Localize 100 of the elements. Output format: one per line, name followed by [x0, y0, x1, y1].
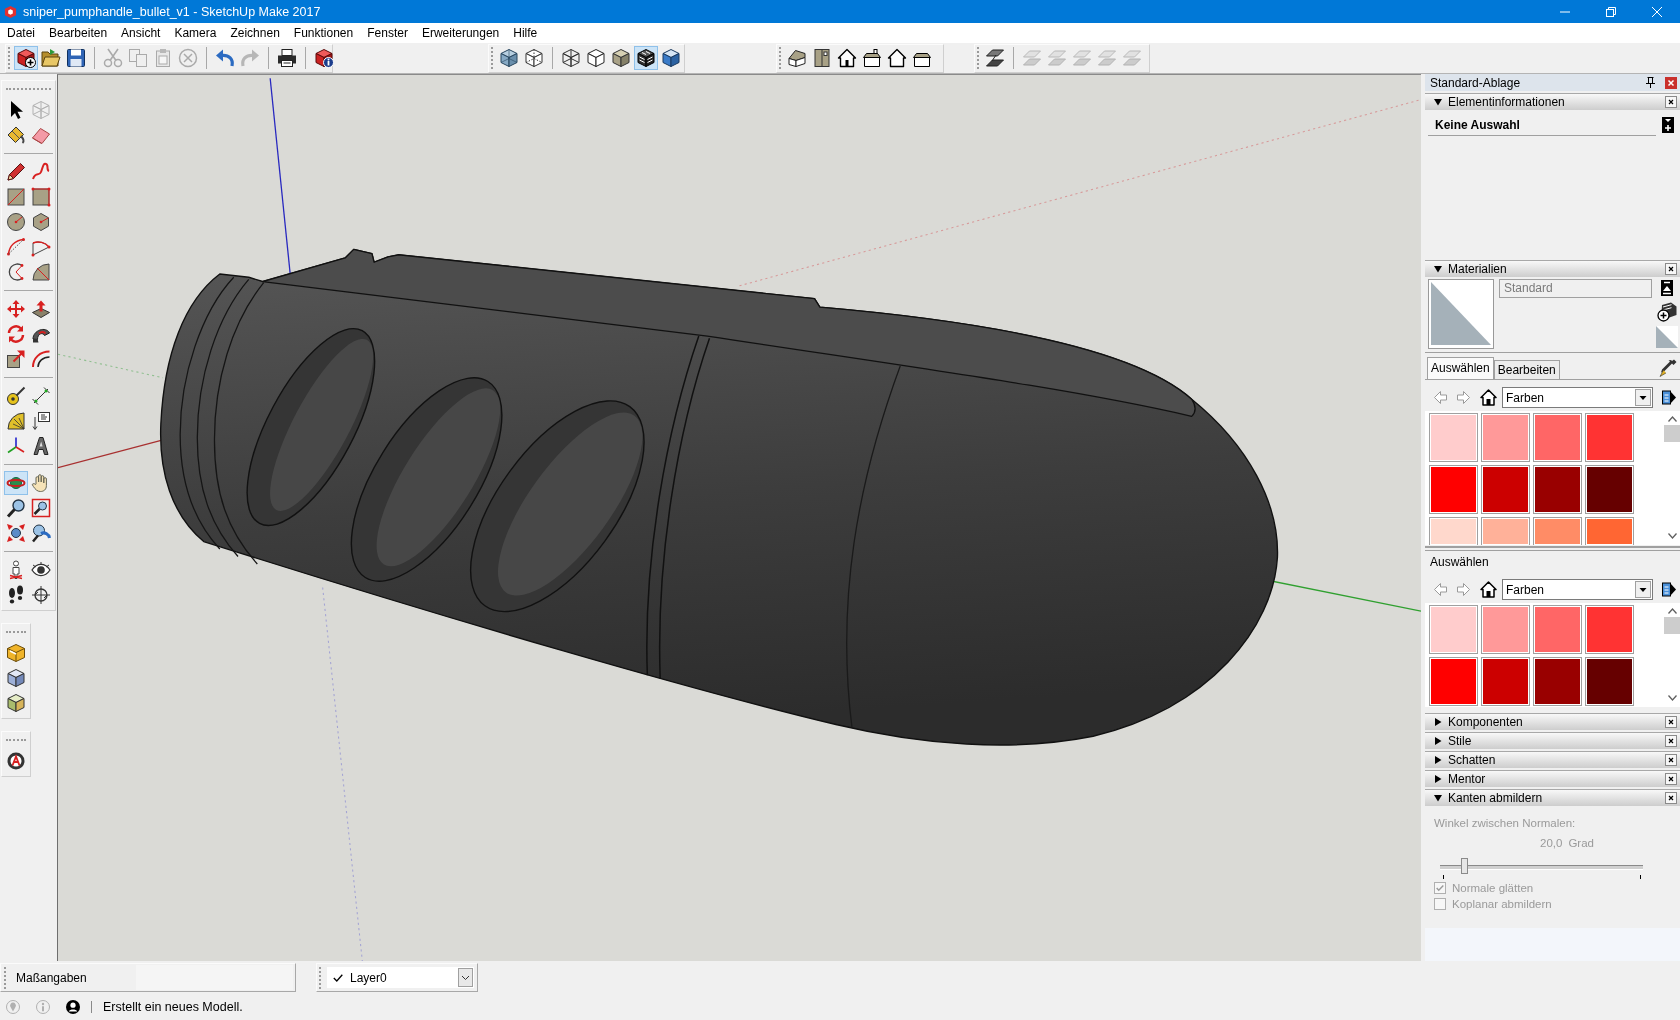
menu-item[interactable]: Zeichnen [223, 23, 287, 43]
magnifier-icon[interactable] [4, 496, 28, 520]
cube-plus-icon[interactable] [14, 46, 38, 70]
zoom-window-icon[interactable] [29, 496, 53, 520]
forward-arrow-icon[interactable] [1457, 391, 1470, 404]
library-dropdown[interactable]: Farben [1502, 579, 1653, 600]
faceted-cube-icon[interactable] [4, 666, 28, 690]
wireframe-cube-icon[interactable] [559, 46, 583, 70]
close-icon[interactable] [1665, 735, 1677, 747]
color-swatch[interactable] [1585, 517, 1634, 545]
cube-info-icon[interactable] [312, 46, 336, 70]
tape-measure-icon[interactable] [4, 384, 28, 408]
page-arrow-icon[interactable] [1662, 581, 1676, 598]
color-swatch[interactable] [1533, 605, 1582, 654]
color-swatch[interactable] [1533, 517, 1582, 545]
house-outline-icon[interactable] [885, 46, 909, 70]
color-swatch[interactable] [1481, 413, 1530, 462]
scroll-thumb[interactable] [1664, 617, 1680, 634]
color-swatch[interactable] [1533, 657, 1582, 706]
menu-item[interactable]: Fenster [360, 23, 415, 43]
menu-item[interactable]: Kamera [167, 23, 224, 43]
measurements-field[interactable] [136, 965, 293, 990]
pin-icon[interactable] [1646, 77, 1655, 88]
tab[interactable]: Bearbeiten [1493, 360, 1560, 379]
close-icon[interactable] [1665, 716, 1677, 728]
menu-item[interactable]: Ansicht [114, 23, 168, 43]
printer-icon[interactable] [275, 46, 299, 70]
circle-icon[interactable] [4, 210, 28, 234]
paint-box-plus-icon[interactable] [1657, 302, 1677, 322]
details-toggle-icon[interactable] [1662, 117, 1674, 133]
menu-item[interactable]: Bearbeiten [42, 23, 115, 43]
stacked-planes-icon[interactable] [983, 46, 1007, 70]
rotated-rectangle-icon[interactable] [29, 185, 53, 209]
panel-header[interactable]: Materialien [1425, 260, 1680, 277]
scroll-down-icon[interactable] [1667, 533, 1677, 539]
panel-toggle-icon[interactable] [1661, 280, 1673, 296]
menu-item[interactable]: Datei [0, 23, 42, 43]
zoom-extents-icon[interactable] [4, 521, 28, 545]
panel-header[interactable]: Schatten [1425, 751, 1680, 768]
user-circle-icon[interactable] [66, 1000, 80, 1014]
color-swatch[interactable] [1429, 413, 1478, 462]
menu-item[interactable]: Erweiterungen [414, 23, 507, 43]
color-swatch[interactable] [1429, 657, 1478, 706]
home-icon[interactable] [1480, 389, 1497, 406]
diagonal-swatch-icon[interactable] [1656, 326, 1678, 348]
scroll-down-icon[interactable] [1667, 695, 1677, 701]
tab[interactable]: Auswählen [1427, 357, 1494, 379]
menu-item[interactable]: Hilfe [506, 23, 545, 43]
close-icon[interactable] [1665, 96, 1677, 108]
rectangle-icon[interactable] [4, 185, 28, 209]
color-swatch[interactable] [1533, 465, 1582, 514]
home-icon[interactable] [1480, 581, 1497, 598]
close-icon[interactable] [1665, 754, 1677, 766]
house-right-icon[interactable] [860, 46, 884, 70]
color-swatch[interactable] [1533, 413, 1582, 462]
app-logo-icon[interactable] [4, 4, 17, 19]
color-swatch[interactable] [1481, 465, 1530, 514]
library-dropdown[interactable]: Farben [1502, 387, 1653, 408]
scroll-up-icon[interactable] [1667, 608, 1677, 614]
tinted-cube-icon[interactable] [4, 691, 28, 715]
layer-dropdown[interactable]: Layer0 [327, 967, 474, 988]
close-icon[interactable] [1665, 263, 1677, 275]
two-tone-cube-icon[interactable] [659, 46, 683, 70]
color-swatch[interactable] [1585, 657, 1634, 706]
color-swatch[interactable] [1585, 605, 1634, 654]
model-viewport[interactable] [57, 74, 1421, 961]
previous-view-icon[interactable] [29, 521, 53, 545]
forward-arrow-icon[interactable] [1457, 583, 1470, 596]
color-swatch[interactable] [1429, 605, 1478, 654]
color-swatch[interactable] [1429, 517, 1478, 545]
color-swatch[interactable] [1585, 413, 1634, 462]
orbit-icon[interactable] [4, 471, 28, 495]
panel-header[interactable]: Mentor [1425, 770, 1680, 787]
page-arrow-icon[interactable] [1662, 389, 1676, 406]
eyedropper-icon[interactable] [1659, 358, 1677, 377]
panel-header[interactable]: Stile [1425, 732, 1680, 749]
shaded-cube-icon[interactable] [609, 46, 633, 70]
slider-track[interactable] [1440, 858, 1643, 880]
outline-cube-icon[interactable] [584, 46, 608, 70]
pie-icon[interactable] [29, 260, 53, 284]
menu-item[interactable]: Funktionen [286, 23, 361, 43]
color-swatch[interactable] [1481, 657, 1530, 706]
house-front-icon[interactable] [835, 46, 859, 70]
dashed-edge-cube-icon[interactable] [522, 46, 546, 70]
restore-icon[interactable] [1606, 6, 1616, 17]
protractor-icon[interactable] [4, 409, 28, 433]
translucent-cube-icon[interactable] [497, 46, 521, 70]
scroll-thumb[interactable] [1664, 425, 1680, 442]
close-icon[interactable] [1665, 773, 1677, 785]
color-swatch[interactable] [1481, 605, 1530, 654]
color-swatch[interactable] [1481, 517, 1530, 545]
folder-icon[interactable] [39, 46, 63, 70]
color-swatch[interactable] [1585, 465, 1634, 514]
panel-header[interactable]: Elementinformationen [1425, 93, 1680, 110]
back-arrow-icon[interactable] [1434, 583, 1447, 596]
box-icon[interactable] [4, 641, 28, 665]
close-icon[interactable] [1665, 792, 1677, 804]
back-arrow-icon[interactable] [1434, 391, 1447, 404]
section-plane-icon[interactable] [29, 583, 53, 607]
pencil-icon[interactable] [4, 160, 28, 184]
